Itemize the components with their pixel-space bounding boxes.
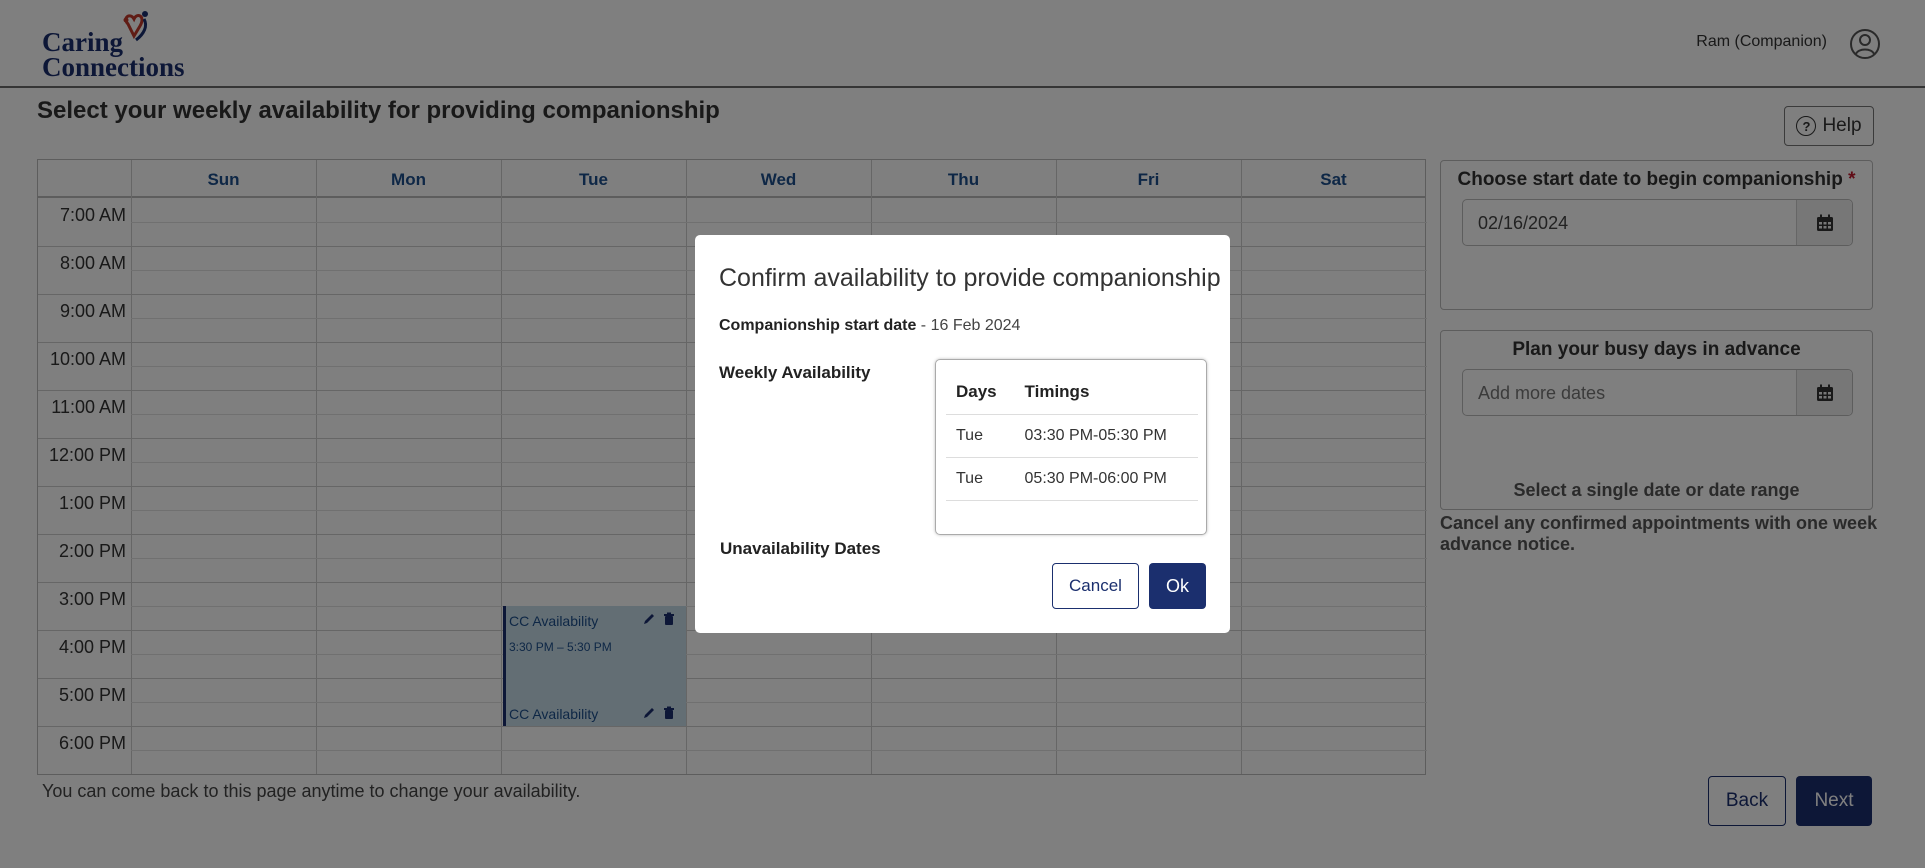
table-row: Tue 03:30 PM-05:30 PM xyxy=(946,414,1198,458)
weekly-availability-label: Weekly Availability xyxy=(719,363,871,382)
row-timing: 05:30 PM-06:00 PM xyxy=(1014,457,1198,501)
dialog-title: Confirm availability to provide companio… xyxy=(719,264,1221,292)
start-date-text: - 16 Feb 2024 xyxy=(916,317,1021,334)
column-header-timings: Timings xyxy=(1014,378,1198,415)
ok-button[interactable]: Ok xyxy=(1149,563,1206,609)
confirm-availability-dialog: Confirm availability to provide companio… xyxy=(695,235,1230,633)
availability-table: Days Timings Tue 03:30 PM-05:30 PM Tue 0… xyxy=(946,378,1198,501)
row-day: Tue xyxy=(946,457,1015,501)
column-header-days: Days xyxy=(946,378,1015,415)
availability-table-box: Days Timings Tue 03:30 PM-05:30 PM Tue 0… xyxy=(935,359,1207,535)
table-row: Tue 05:30 PM-06:00 PM xyxy=(946,457,1198,501)
cancel-button[interactable]: Cancel xyxy=(1052,563,1139,609)
start-date-summary: Companionship start date - 16 Feb 2024 xyxy=(719,317,1020,335)
start-date-label: Companionship start date xyxy=(719,317,917,334)
row-day: Tue xyxy=(946,414,1015,458)
unavailability-dates-label: Unavailability Dates xyxy=(720,539,881,558)
row-timing: 03:30 PM-05:30 PM xyxy=(1014,414,1198,458)
